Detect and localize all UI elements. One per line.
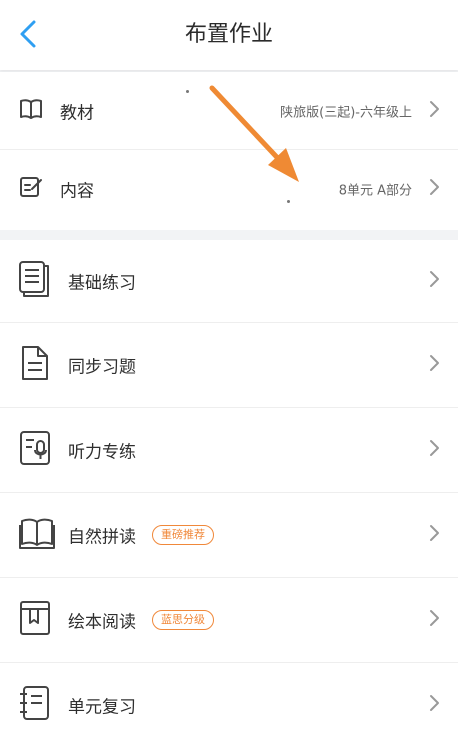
content-label: 内容 [60,181,94,202]
open-book-icon [18,516,56,554]
level-badge: 蓝思分级 [152,610,214,630]
speck [287,200,290,203]
practice-label: 单元复习 [68,697,136,718]
practice-label: 自然拼读 [68,527,136,548]
practice-label: 基础练习 [68,273,136,294]
microphone-document-icon [18,429,52,471]
edit-note-icon [18,175,44,203]
chevron-right-icon [428,270,440,292]
chevron-right-icon [428,354,440,376]
nav-bar: 布置作业 [0,0,458,70]
back-chevron-icon [20,20,36,48]
practice-label: 绘本阅读 [68,612,136,633]
back-button[interactable] [14,18,46,50]
picture-book-icon [18,599,52,641]
page-title: 布置作业 [184,22,273,47]
chevron-right-icon [428,524,440,546]
practice-row-sync[interactable]: 同步习题 [0,323,458,407]
document-icon [18,344,52,386]
textbook-row[interactable]: 教材 陕旅版(三起)-六年级上 [0,72,458,149]
book-icon [18,97,44,125]
recommend-badge: 重磅推荐 [152,525,214,545]
speck [186,90,189,93]
practice-row-picture-book[interactable]: 绘本阅读 蓝思分级 [0,578,458,662]
textbook-value: 陕旅版(三起)-六年级上 [280,105,412,120]
textbook-label: 教材 [60,103,94,123]
chevron-right-icon [428,178,440,200]
chevron-right-icon [428,100,440,122]
content-row[interactable]: 内容 8单元 A部分 [0,150,458,228]
practice-row-listening[interactable]: 听力专练 [0,408,458,492]
chevron-right-icon [428,694,440,716]
practice-label: 听力专练 [68,442,136,463]
worksheet-stack-icon [18,260,52,302]
chevron-right-icon [428,609,440,631]
chevron-right-icon [428,439,440,461]
practice-label: 同步习题 [68,357,136,378]
content-value: 8单元 A部分 [338,183,412,199]
practice-row-unit-review[interactable]: 单元复习 [0,663,458,747]
practice-row-phonics[interactable]: 自然拼读 重磅推荐 [0,493,458,577]
practice-row-basic[interactable]: 基础练习 [0,240,458,322]
